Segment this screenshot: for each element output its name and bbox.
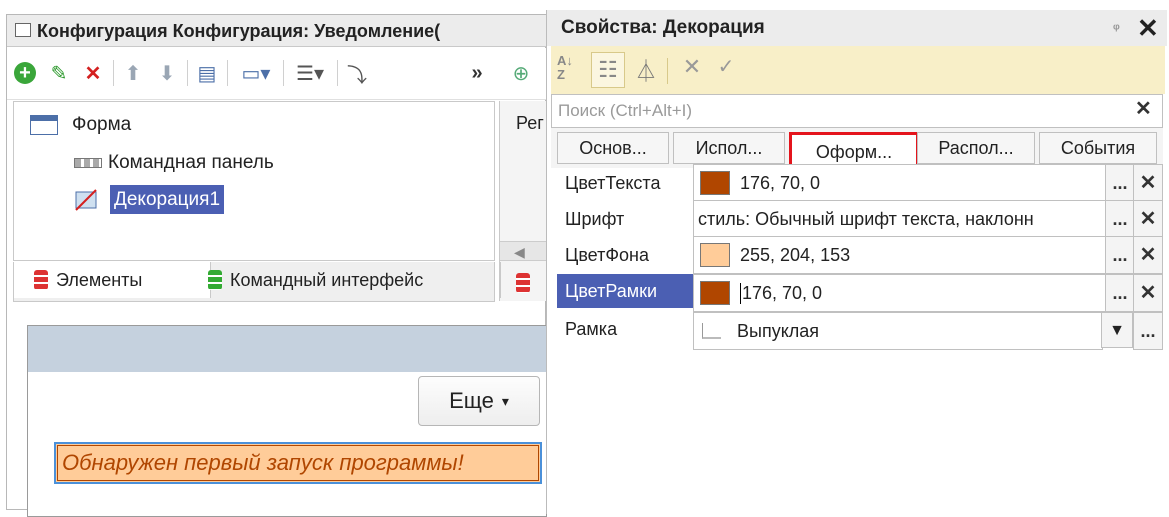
tab-label: Командный интерфейс — [230, 269, 424, 290]
property-label: ЦветТекста — [565, 173, 661, 193]
filter-icon[interactable]: ⏃ — [631, 54, 661, 86]
add-icon[interactable]: + — [11, 58, 39, 88]
property-value: Выпуклая — [737, 320, 820, 341]
sort-az-icon[interactable]: A↓ Z — [557, 54, 587, 86]
clear-icon[interactable]: ✕ — [1133, 164, 1163, 202]
more-chevrons-icon[interactable]: » — [463, 58, 491, 88]
confirm-icon[interactable]: ✓ — [711, 54, 741, 86]
close-icon[interactable]: ✕ — [1137, 10, 1159, 46]
tab-label: Элементы — [56, 269, 143, 290]
move-down-icon[interactable]: ⬇ — [153, 58, 181, 88]
configuration-window: Конфигурация Конфигурация: Уведомление( … — [6, 14, 548, 517]
property-label: Шрифт — [565, 209, 625, 229]
tree-item-decoration[interactable]: Декорация1 — [74, 185, 225, 215]
clear-icon[interactable]: ✕ — [1133, 200, 1163, 238]
property-value: стиль: Обычный шрифт текста, наклонн — [698, 208, 1034, 229]
tab-layout[interactable]: Распол... — [917, 132, 1035, 164]
properties-tabs: Основ... Испол... Оформ... Распол... Соб… — [551, 128, 1163, 172]
categories-icon[interactable]: ☷ — [591, 52, 625, 88]
clear-icon[interactable]: ✕ — [1133, 274, 1163, 312]
tree-label-selected: Декорация1 — [110, 185, 225, 215]
window-icon — [15, 23, 31, 37]
tree-item-command-panel[interactable]: Командная панель — [74, 152, 274, 174]
border-style-icon — [702, 323, 721, 339]
move-up-icon[interactable]: ⬆ — [119, 58, 147, 88]
properties-title: Свойства: Декорация — [561, 17, 765, 38]
choose-button[interactable]: ... — [1105, 236, 1135, 274]
display-dropdown-icon[interactable]: ▭▾ — [235, 58, 277, 88]
tree-item-form[interactable]: Форма — [30, 114, 131, 136]
dropdown-arrow-icon[interactable]: ▼ — [1101, 312, 1133, 348]
side-panel-label: Рег — [516, 113, 544, 133]
color-swatch — [700, 281, 730, 305]
toolbar: + ✎ ✕ ⬆ ⬇ ▤ ▭▾ ☰▾ ⤵ » ⊕ — [7, 48, 547, 100]
tab-basic[interactable]: Основ... — [557, 132, 669, 164]
tab-usage[interactable]: Испол... — [673, 132, 785, 164]
pin-icon[interactable]: ᵠ — [1113, 10, 1120, 46]
preview-header — [28, 326, 548, 372]
property-label-selected: ЦветРамки — [557, 274, 697, 308]
search-input[interactable]: Поиск (Ctrl+Alt+I) — [551, 94, 1163, 128]
tab-command-interface[interactable]: Командный интерфейс — [196, 262, 501, 298]
window-title: Конфигурация Конфигурация: Уведомление( — [37, 21, 441, 41]
dropdown-arrow-icon: ▾ — [501, 392, 509, 409]
add-command-icon[interactable]: ⊕ — [507, 58, 535, 88]
properties-toolbar: A↓ Z ☷ ⏃ ✕ ✓ — [551, 46, 1165, 94]
properties-titlebar: Свойства: Декорация ᵠ ✕ — [547, 10, 1167, 46]
border-color-field[interactable]: 176, 70, 0 — [693, 274, 1107, 312]
property-value: 176, 70, 0 — [740, 172, 821, 193]
tab-elements[interactable]: Элементы — [14, 262, 211, 298]
text-color-field[interactable]: 176, 70, 0 — [693, 164, 1107, 202]
elements-tree: Форма Командная панель Декорация1 — [13, 101, 495, 261]
command-panel-icon — [74, 157, 102, 168]
more-button[interactable]: Еще ▾ — [418, 376, 540, 426]
delete-icon[interactable]: ✕ — [79, 58, 107, 88]
form-icon — [30, 114, 58, 135]
side-panel: Рег ◀ — [499, 101, 548, 301]
edit-icon[interactable]: ✎ — [45, 58, 73, 88]
layout-dropdown-icon[interactable]: ☰▾ — [289, 58, 331, 88]
property-label: Рамка — [565, 319, 618, 339]
border-select[interactable]: Выпуклая — [693, 312, 1103, 350]
choose-button[interactable]: ... — [1133, 312, 1163, 350]
clear-search-icon[interactable]: ✕ — [1135, 96, 1152, 121]
form-preview: Еще ▾ Обнаружен первый запуск программы! — [27, 325, 548, 517]
tree-label: Форма — [72, 114, 132, 135]
tab-events[interactable]: События — [1039, 132, 1157, 164]
properties-window: Свойства: Декорация ᵠ ✕ A↓ Z ☷ ⏃ ✕ ✓ Поис… — [546, 10, 1167, 514]
decoration-label[interactable]: Обнаружен первый запуск программы! — [54, 442, 542, 484]
choose-button[interactable]: ... — [1105, 200, 1135, 238]
side-tab-icon[interactable] — [516, 273, 538, 298]
choose-button[interactable]: ... — [1105, 164, 1135, 202]
command-interface-icon — [208, 270, 222, 290]
color-swatch — [700, 171, 730, 195]
tree-label: Командная панель — [108, 152, 274, 173]
choose-button[interactable]: ... — [1105, 274, 1135, 312]
background-color-field[interactable]: 255, 204, 153 — [693, 236, 1107, 274]
elements-icon — [34, 270, 48, 290]
window-titlebar: Конфигурация Конфигурация: Уведомление( — [7, 15, 547, 47]
scroll-left-icon[interactable]: ◀ — [500, 241, 548, 261]
color-swatch — [700, 243, 730, 267]
property-label: ЦветФона — [565, 245, 649, 265]
property-value: 255, 204, 153 — [740, 244, 851, 265]
rotate-icon[interactable]: ⤵ — [343, 58, 371, 88]
form-icon[interactable]: ▤ — [193, 58, 221, 88]
font-field[interactable]: стиль: Обычный шрифт текста, наклонн — [693, 200, 1111, 238]
property-value: 176, 70, 0 — [740, 282, 823, 304]
decoration-icon — [74, 188, 98, 212]
cancel-icon[interactable]: ✕ — [677, 54, 707, 86]
more-button-label: Еще — [449, 388, 494, 413]
bottom-tabs: Элементы Командный интерфейс — [13, 262, 501, 302]
clear-icon[interactable]: ✕ — [1133, 236, 1163, 274]
